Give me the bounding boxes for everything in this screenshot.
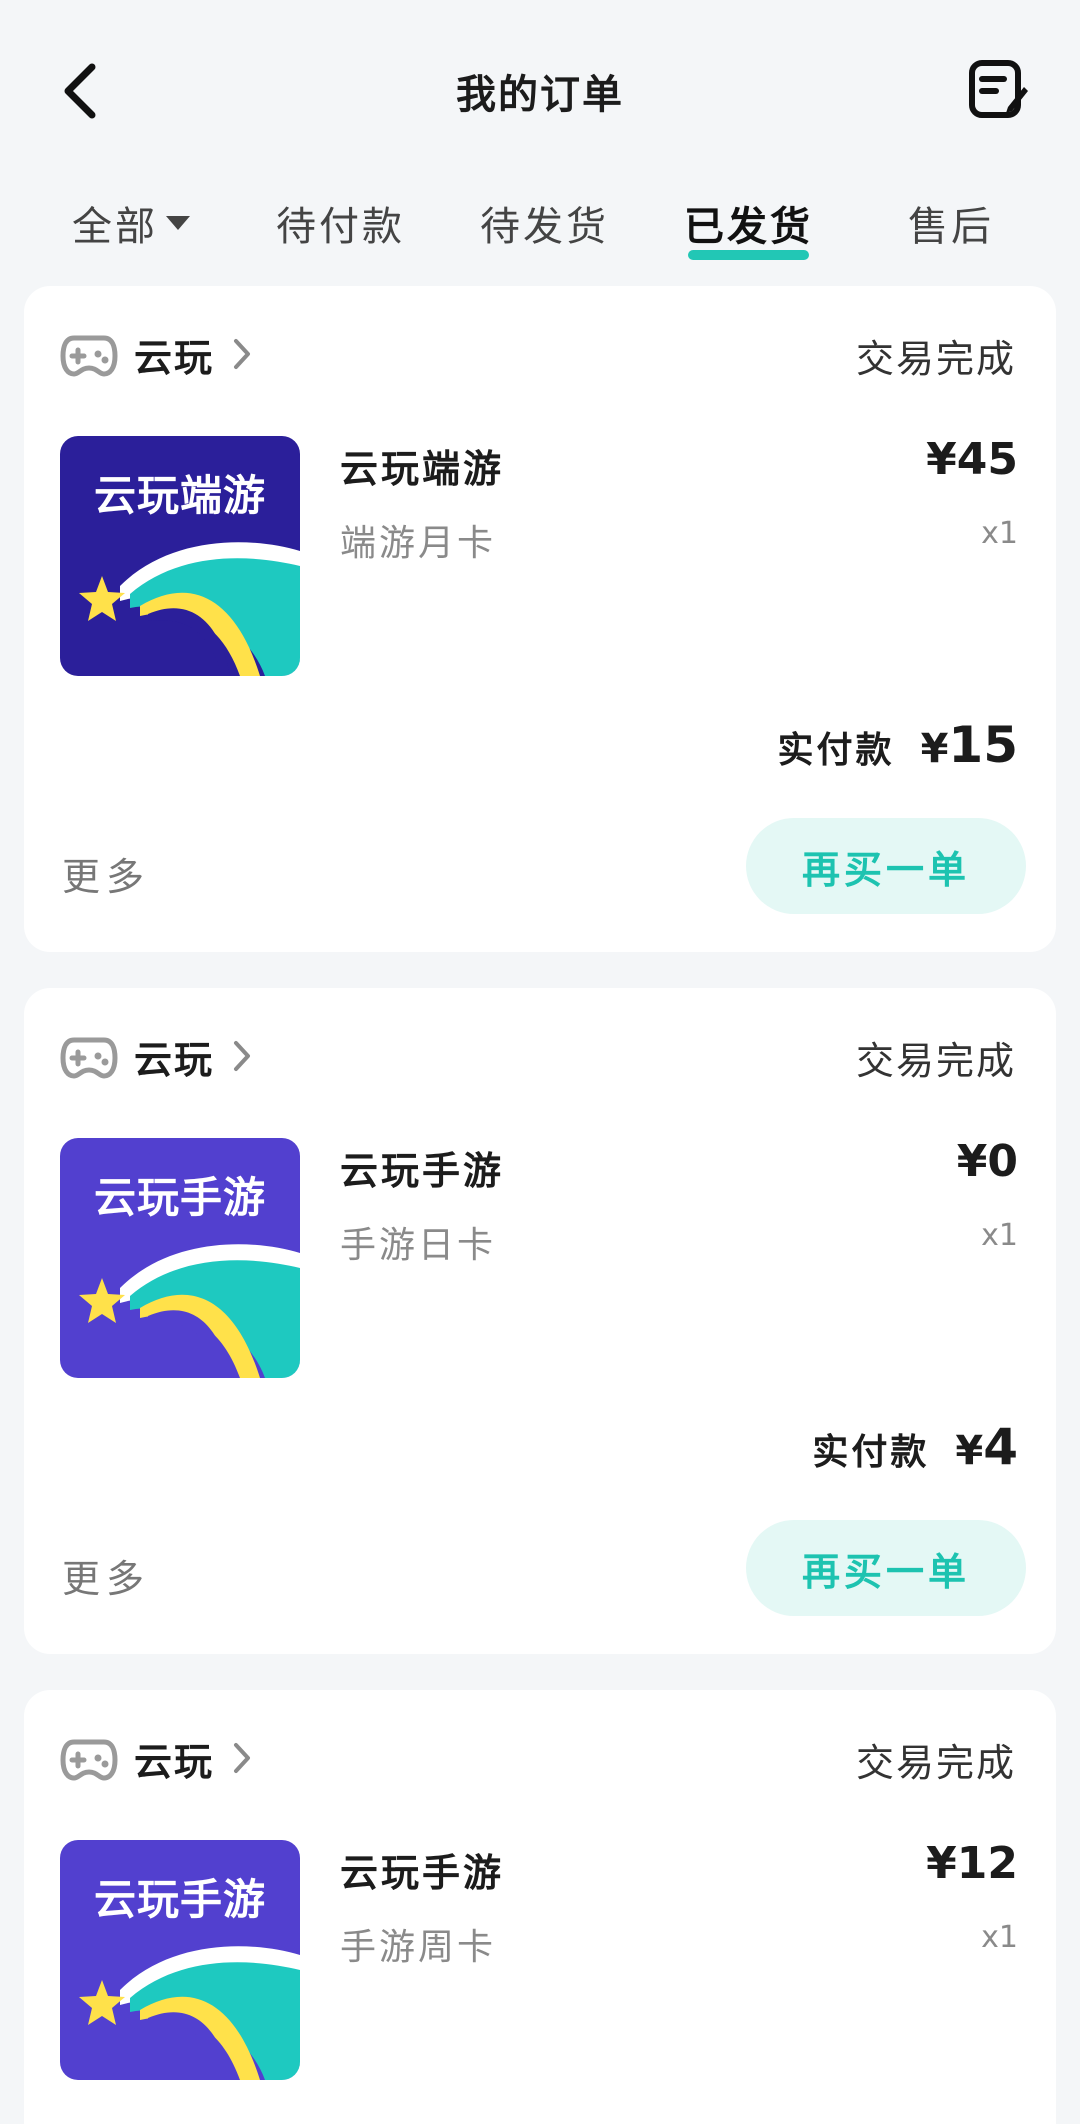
- tab-pending-payment[interactable]: 待付款: [276, 194, 405, 252]
- product-variant: 手游周卡: [340, 1927, 497, 1968]
- paid-amount-row: 实付款 ¥15: [778, 716, 1018, 774]
- order-tabs: 全部 待付款 待发货 已发货 售后: [0, 180, 1080, 270]
- product-name[interactable]: 云玩手游: [340, 1140, 504, 1195]
- page-title: 我的订单: [456, 72, 624, 118]
- unit-price: ¥12: [926, 1838, 1018, 1889]
- paid-amount: ¥4: [955, 1418, 1018, 1476]
- edit-button[interactable]: [962, 54, 1034, 126]
- tab-after-sales[interactable]: 售后: [908, 194, 994, 252]
- thumbnail-text: 云玩端游: [93, 471, 266, 520]
- order-card: 云玩 交易完成 云玩手游 云玩手游 手游周卡 ¥12 x1: [24, 1690, 1056, 2124]
- product-variant: 手游日卡: [340, 1225, 497, 1266]
- shop-name: 云玩: [134, 1739, 215, 1784]
- tab-all[interactable]: 全部: [72, 194, 190, 252]
- product-name[interactable]: 云玩手游: [340, 1842, 504, 1897]
- product-name[interactable]: 云玩端游: [340, 438, 504, 493]
- tab-shipped[interactable]: 已发货: [684, 194, 813, 260]
- product-variant: 端游月卡: [340, 523, 497, 564]
- shop-name: 云玩: [134, 335, 215, 380]
- chevron-right-icon: [234, 1743, 251, 1773]
- more-button[interactable]: 更多: [62, 846, 150, 901]
- tab-label: 已发货: [684, 204, 813, 250]
- more-button[interactable]: 更多: [62, 1548, 150, 1603]
- shop-link[interactable]: 云玩: [60, 1026, 252, 1086]
- shop-link[interactable]: 云玩: [60, 324, 252, 384]
- edit-note-icon: [969, 60, 1028, 118]
- tab-label: 待付款: [276, 204, 405, 250]
- product-thumbnail[interactable]: 云玩手游: [60, 1138, 300, 1378]
- shop-link[interactable]: 云玩: [60, 1728, 252, 1788]
- gamepad-icon: [60, 1037, 118, 1079]
- rebuy-button[interactable]: 再买一单: [746, 818, 1026, 914]
- quantity: x1: [981, 516, 1018, 551]
- product-thumbnail[interactable]: 云玩端游: [60, 436, 300, 676]
- unit-price: ¥45: [926, 434, 1018, 485]
- paid-currency: ¥: [955, 1428, 984, 1474]
- chevron-right-icon: [234, 1041, 251, 1071]
- shop-name: 云玩: [134, 1037, 215, 1082]
- order-card: 云玩 交易完成 云玩端游 云玩端游 端游月卡 ¥45 x1 实付款 ¥15 更多…: [24, 286, 1056, 952]
- order-status: 交易完成: [855, 337, 1016, 381]
- thumbnail-text: 云玩手游: [93, 1173, 266, 1222]
- tab-pending-shipment[interactable]: 待发货: [480, 194, 609, 252]
- paid-number: 4: [983, 1418, 1018, 1476]
- gamepad-icon: [60, 335, 118, 377]
- paid-label: 实付款: [777, 730, 895, 771]
- paid-currency: ¥: [920, 726, 949, 772]
- tab-label: 待发货: [480, 204, 609, 250]
- rebuy-button[interactable]: 再买一单: [746, 1520, 1026, 1616]
- paid-amount-row: 实付款 ¥4: [812, 1418, 1018, 1476]
- quantity: x1: [981, 1218, 1018, 1253]
- thumbnail-text: 云玩手游: [93, 1875, 266, 1924]
- order-status: 交易完成: [855, 1039, 1016, 1083]
- caret-down-icon: [166, 216, 190, 230]
- paid-label: 实付款: [812, 1432, 930, 1473]
- chevron-right-icon: [234, 339, 251, 369]
- header: 我的订单: [0, 0, 1080, 180]
- tab-label: 售后: [908, 204, 994, 250]
- product-thumbnail[interactable]: 云玩手游: [60, 1840, 300, 2080]
- order-status: 交易完成: [855, 1741, 1016, 1785]
- tab-label: 全部: [72, 204, 158, 250]
- quantity: x1: [981, 1920, 1018, 1955]
- gamepad-icon: [60, 1739, 118, 1781]
- paid-amount: ¥15: [921, 716, 1018, 774]
- unit-price: ¥0: [956, 1136, 1018, 1187]
- paid-number: 15: [948, 716, 1018, 774]
- order-card: 云玩 交易完成 云玩手游 云玩手游 手游日卡 ¥0 x1 实付款 ¥4 更多 再…: [24, 988, 1056, 1654]
